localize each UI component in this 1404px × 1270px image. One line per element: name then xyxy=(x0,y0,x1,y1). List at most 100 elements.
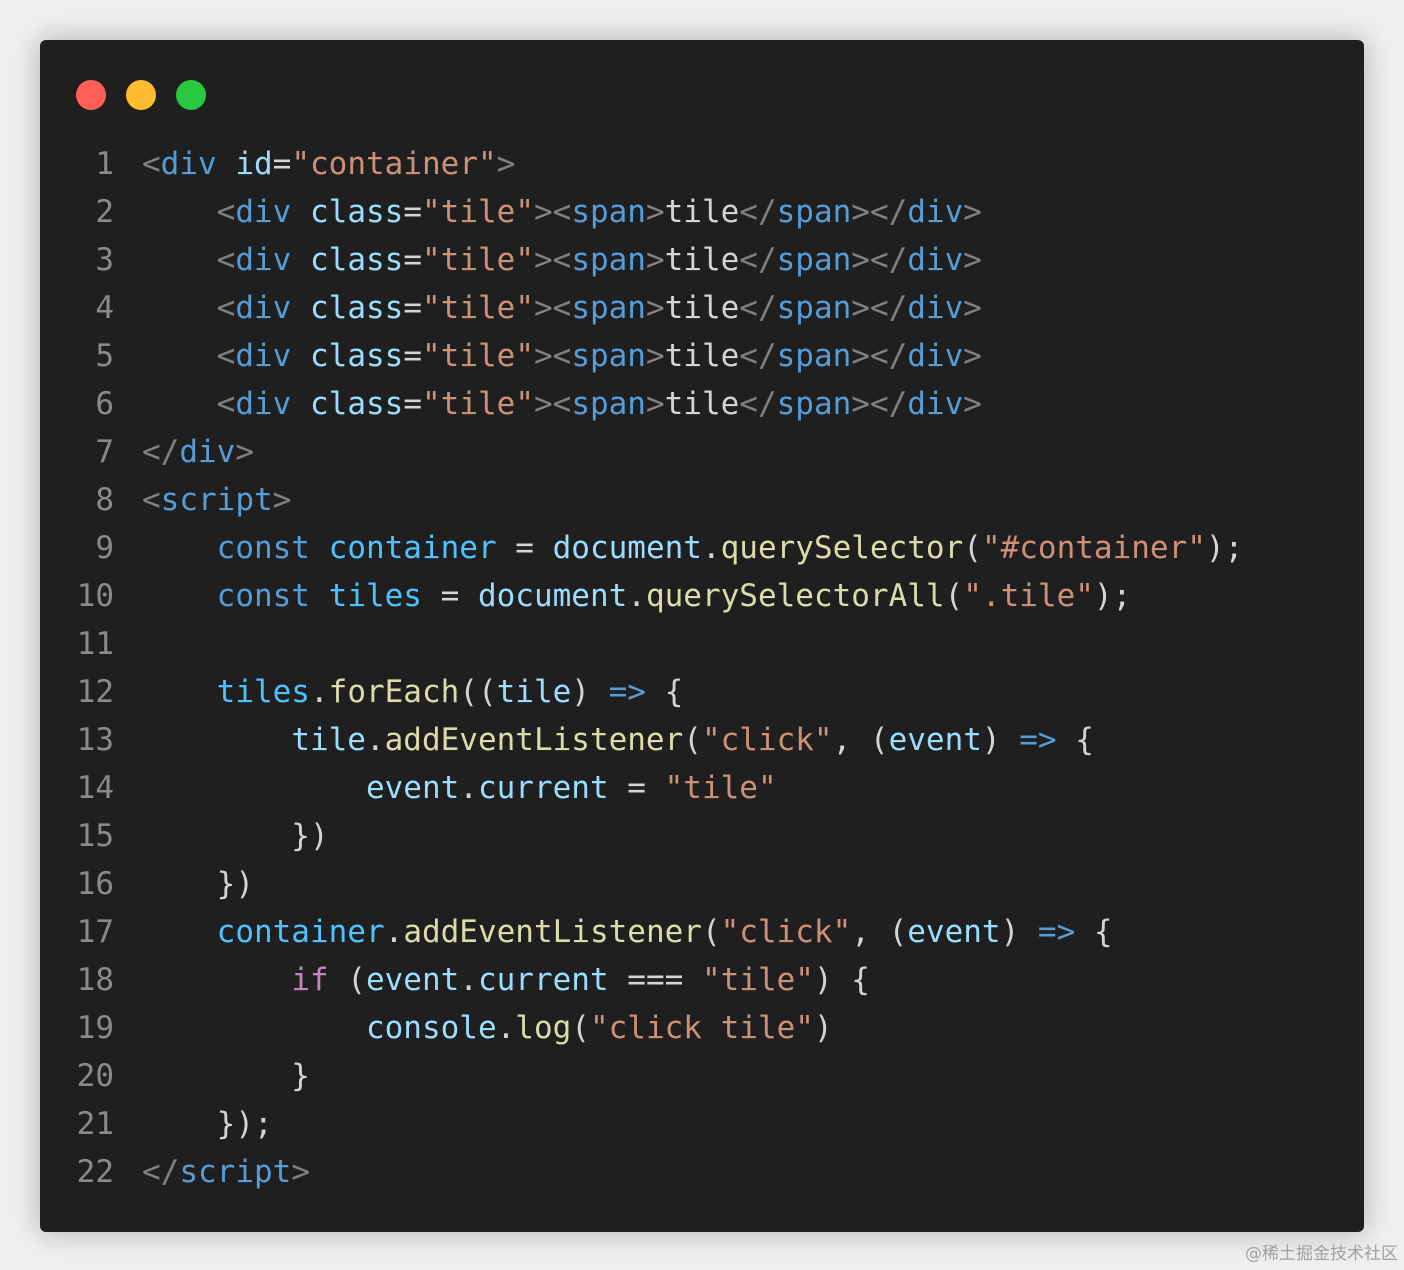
code-token: . xyxy=(627,578,646,614)
line-number: 14 xyxy=(76,770,114,806)
code-token: div xyxy=(235,386,292,422)
code-token: > xyxy=(645,194,665,230)
code-token: = xyxy=(272,146,292,182)
line-number: 21 xyxy=(76,1106,114,1142)
code-token: => xyxy=(608,674,646,710)
code-line: 13 tile.addEventListener("click", (event… xyxy=(40,716,1364,764)
code-token: span xyxy=(776,194,852,230)
maximize-dot-icon[interactable] xyxy=(176,80,206,110)
line-number: 19 xyxy=(76,1010,114,1046)
code-line: 2 <div class="tile"><span>tile</span></d… xyxy=(40,188,1364,236)
code-line: 19 console.log("click tile") xyxy=(40,1004,1364,1052)
code-token: </ xyxy=(739,242,777,278)
code-token: . xyxy=(384,914,404,950)
line-source: }) xyxy=(142,812,328,860)
code-token: ( xyxy=(944,578,964,614)
code-token: div xyxy=(235,194,292,230)
code-token: log xyxy=(515,1010,572,1046)
line-source: } xyxy=(142,1052,310,1100)
line-source: const container = document.querySelector… xyxy=(142,524,1244,572)
line-number: 18 xyxy=(76,962,114,998)
code-token: span xyxy=(571,242,646,278)
code-token: class xyxy=(310,290,404,326)
code-token: tile xyxy=(664,242,740,278)
code-token: tiles xyxy=(216,674,310,710)
code-token: ></ xyxy=(851,290,908,326)
code-token: > xyxy=(291,1154,310,1190)
code-token: > xyxy=(645,338,665,374)
code-line: 22 </script> xyxy=(40,1148,1364,1196)
line-source: }); xyxy=(142,1100,273,1148)
code-token: > xyxy=(963,242,982,278)
code-token: "tile" xyxy=(701,962,814,998)
close-dot-icon[interactable] xyxy=(76,80,106,110)
line-number: 5 xyxy=(95,338,114,374)
code-token: event xyxy=(907,914,1001,950)
code-token: . xyxy=(365,722,385,758)
code-token: console xyxy=(365,1010,497,1046)
line-source: <script> xyxy=(142,476,291,524)
line-source: <div id="container"> xyxy=(142,140,515,188)
code-token: container xyxy=(328,530,497,566)
code-token: addEventListener xyxy=(384,722,684,758)
code-token: forEach xyxy=(328,674,460,710)
line-source: console.log("click tile") xyxy=(142,1004,833,1052)
code-token: class xyxy=(310,338,404,374)
code-token: >< xyxy=(533,242,572,278)
line-number: 7 xyxy=(95,434,114,470)
line-number: 4 xyxy=(95,290,114,326)
code-token: < xyxy=(216,242,236,278)
code-token: } xyxy=(142,1058,310,1094)
code-token: tile xyxy=(496,674,572,710)
code-token: = xyxy=(496,530,553,566)
code-token: div xyxy=(179,434,236,470)
code-line: 17 container.addEventListener("click", (… xyxy=(40,908,1364,956)
code-token: tile xyxy=(664,338,740,374)
code-token: span xyxy=(776,242,852,278)
code-token: "tile" xyxy=(422,194,534,230)
code-token: ></ xyxy=(851,242,908,278)
code-line: 10 const tiles = document.querySelectorA… xyxy=(40,572,1364,620)
code-token: current xyxy=(477,770,609,806)
line-source: </div> xyxy=(142,428,254,476)
code-token: . xyxy=(459,770,478,806)
code-token: "tile" xyxy=(422,242,534,278)
code-token: => xyxy=(1019,722,1057,758)
code-token: < xyxy=(142,146,161,182)
code-token: div xyxy=(235,338,292,374)
code-line: 7 </div> xyxy=(40,428,1364,476)
line-source: </script> xyxy=(142,1148,310,1196)
code-token: >< xyxy=(533,338,572,374)
code-token: tiles xyxy=(328,578,422,614)
code-token: === xyxy=(608,962,702,998)
code-token: document xyxy=(477,578,628,614)
code-token: tile xyxy=(291,722,366,758)
code-line: 5 <div class="tile"><span>tile</span></d… xyxy=(40,332,1364,380)
code-token: tile xyxy=(664,290,740,326)
code-token: span xyxy=(776,386,852,422)
line-source: <div class="tile"><span>tile</span></div… xyxy=(142,284,982,332)
code-token: class xyxy=(310,386,404,422)
code-token: (( xyxy=(459,674,497,710)
minimize-dot-icon[interactable] xyxy=(126,80,156,110)
line-source: <div class="tile"><span>tile</span></div… xyxy=(142,188,982,236)
code-token: > xyxy=(645,290,665,326)
code-block: 1 <div id="container"> 2 <div class="tile"… xyxy=(40,140,1364,1196)
code-token: "click" xyxy=(701,722,833,758)
code-token: , ( xyxy=(851,914,908,950)
code-token: "#container" xyxy=(981,530,1206,566)
code-line: 18 if (event.current === "tile") { xyxy=(40,956,1364,1004)
code-token: querySelector xyxy=(720,530,964,566)
code-token: span xyxy=(571,386,646,422)
code-token: > xyxy=(963,194,982,230)
